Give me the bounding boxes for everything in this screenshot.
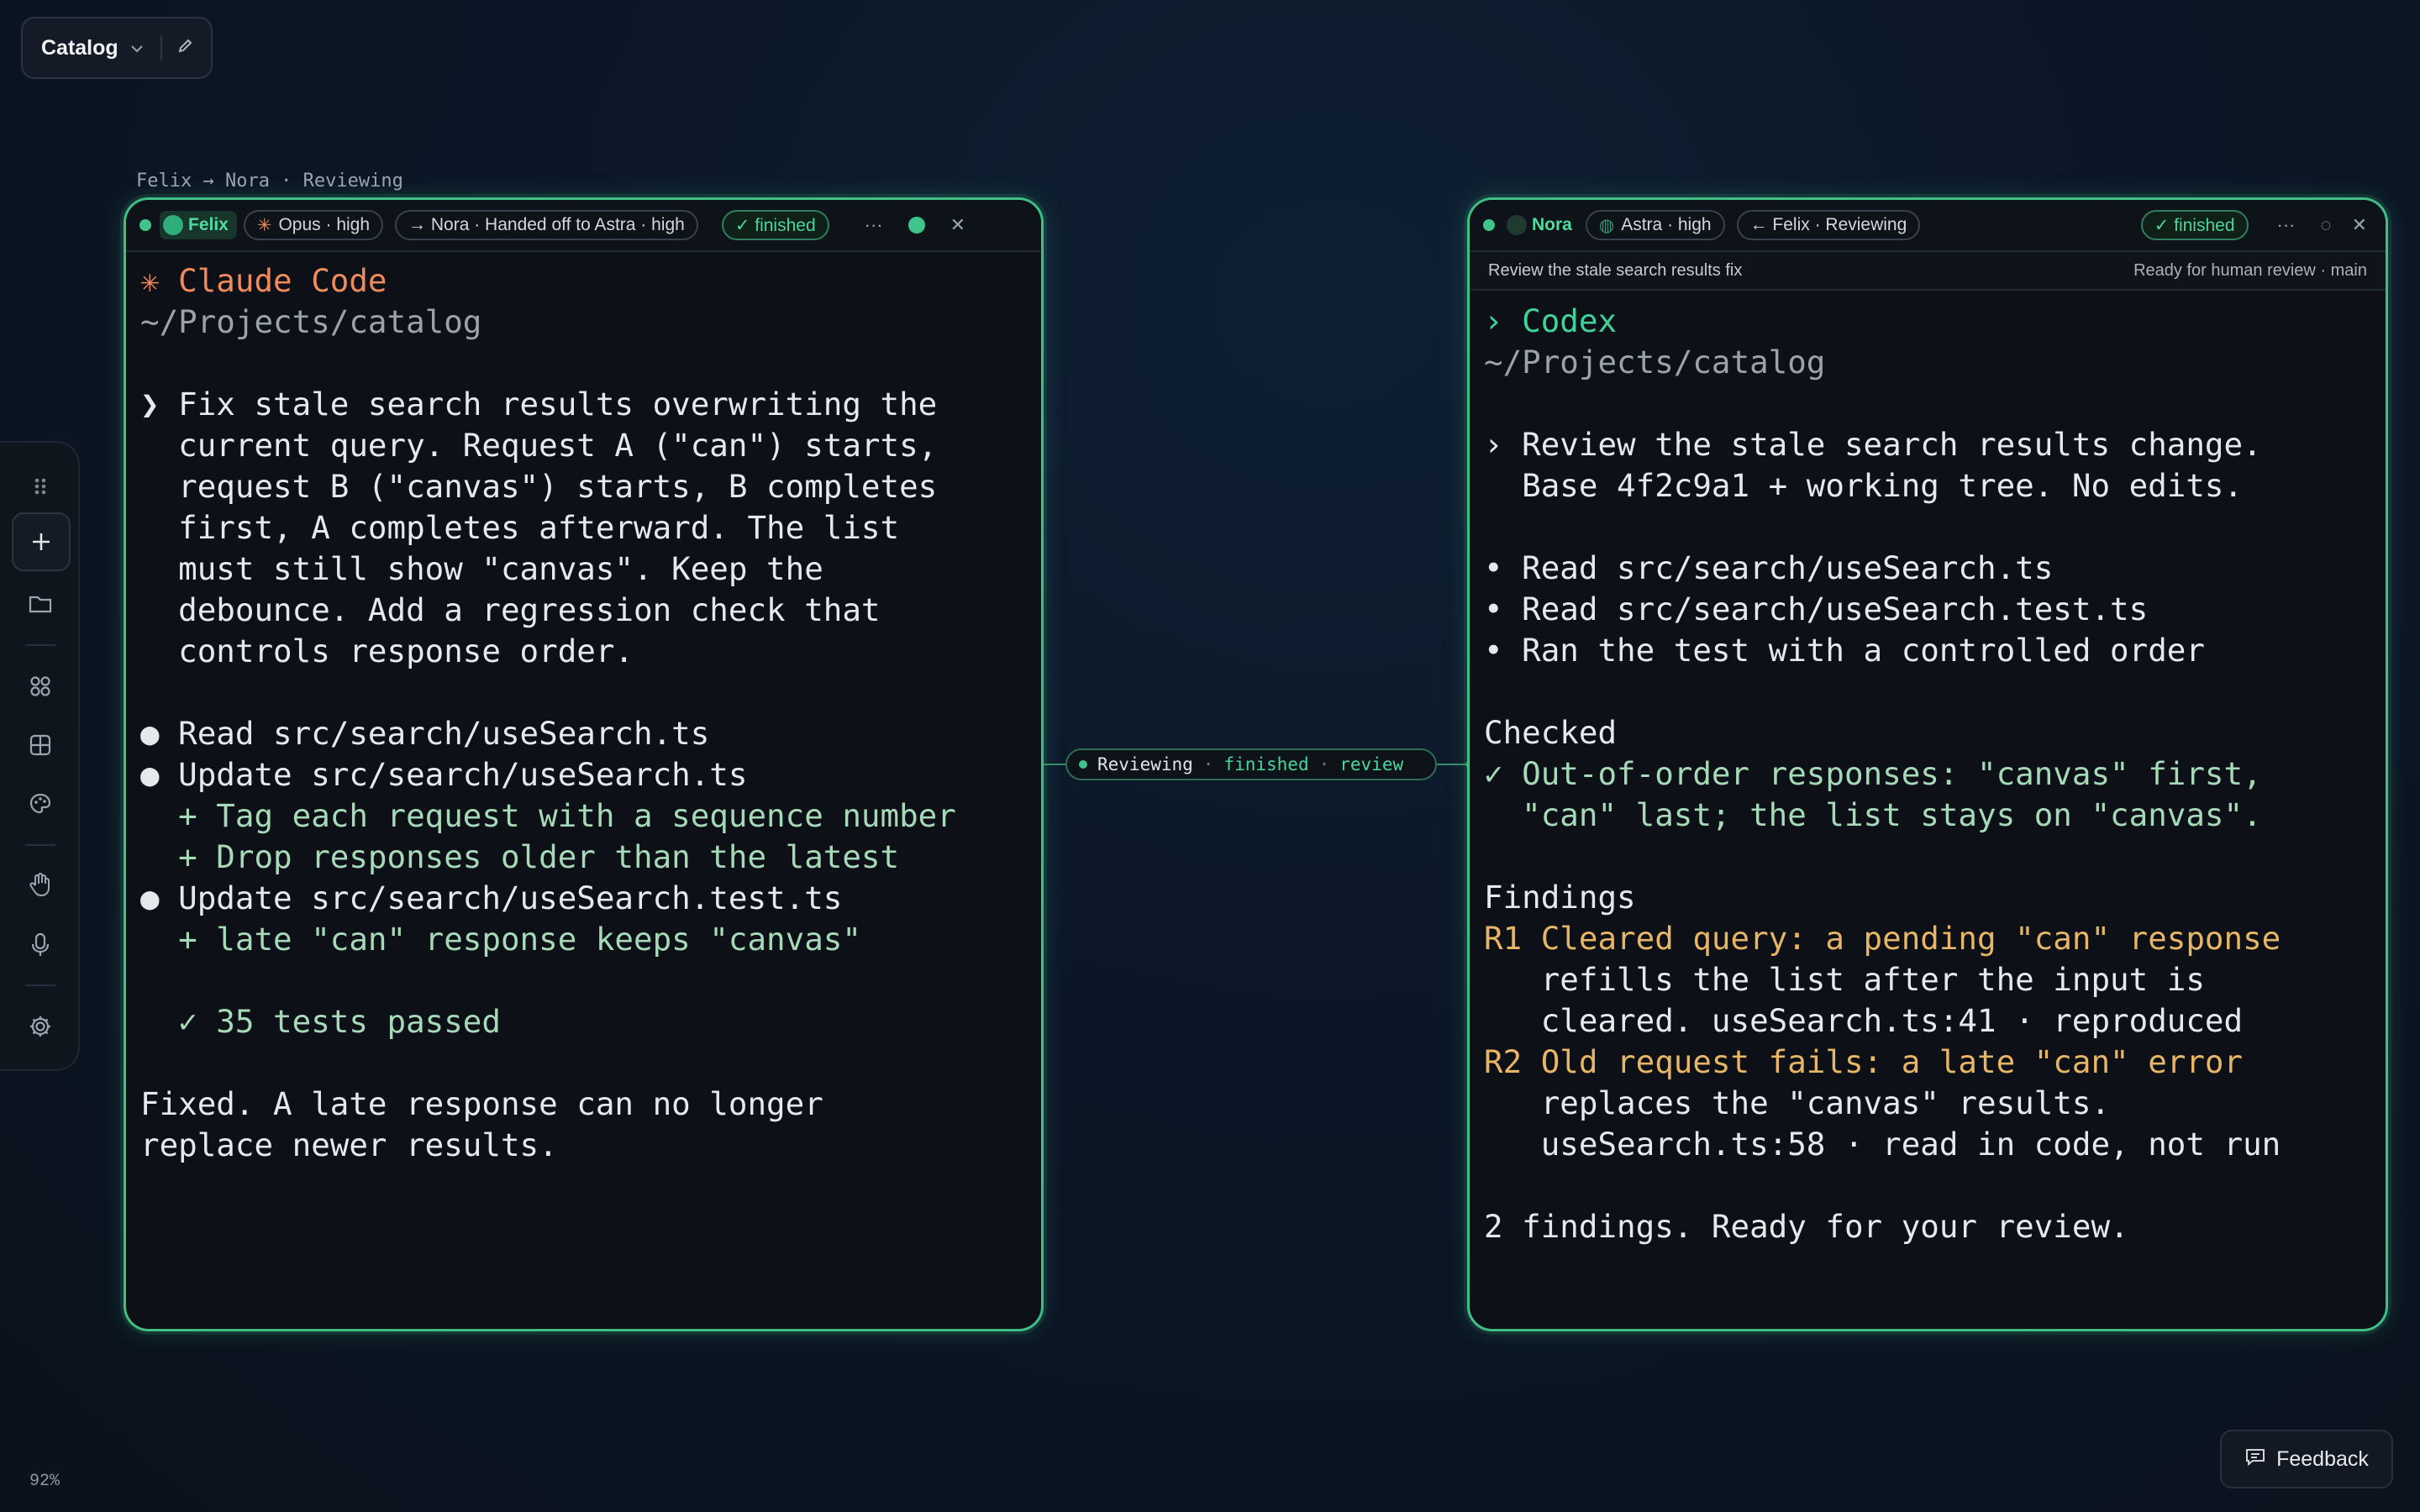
grip-icon[interactable]	[24, 470, 57, 503]
expand-icon[interactable]: ◌	[2320, 214, 2331, 236]
close-icon[interactable]: ✕	[2352, 214, 2367, 236]
live-indicator	[908, 217, 925, 234]
handoff-chip[interactable]: → Nora · Handed off to Astra · high	[395, 210, 698, 240]
agent-avatar	[1507, 215, 1527, 235]
divider	[25, 844, 55, 846]
session-panel-felix[interactable]: Felix ✳ Opus · high → Nora · Handed off …	[124, 197, 1044, 1331]
task-status: Ready for human review · main	[2133, 260, 2367, 280]
status-dot	[1483, 219, 1495, 231]
left-dock	[0, 441, 80, 1071]
zoom-level: 92%	[29, 1472, 60, 1491]
chat-icon	[2244, 1446, 2266, 1473]
connector-kind: review	[1339, 754, 1404, 774]
claude-icon: ✳	[256, 215, 272, 235]
model-chip[interactable]: ✳ Opus · high	[243, 210, 384, 240]
session-panel-nora[interactable]: Nora ◍ Astra · high ← Felix · Reviewing …	[1467, 197, 2388, 1331]
app-title: › Codex	[1484, 302, 1618, 339]
terminal-output: ✳ Claude Code ~/Projects/catalog ❯ Fix s…	[140, 262, 956, 1163]
feedback-button[interactable]: Feedback	[2220, 1430, 2393, 1488]
task-bar: Review the stale search results fix Read…	[1470, 252, 2386, 291]
status-dot	[1079, 760, 1087, 769]
task-title: Review the stale search results fix	[1488, 260, 1743, 280]
status-dot	[139, 219, 151, 231]
status-badge: ✓ finished	[2140, 210, 2249, 240]
app-title: ✳ Claude Code	[140, 262, 387, 299]
grid-icon[interactable]	[24, 728, 57, 762]
connector-label: Reviewing	[1097, 754, 1193, 774]
connector-status: finished	[1223, 754, 1309, 774]
workspace-switcher[interactable]: Catalog	[21, 17, 213, 79]
codex-icon: ◍	[1598, 215, 1615, 235]
divider	[25, 644, 55, 646]
feedback-label: Feedback	[2276, 1446, 2369, 1471]
hand-icon[interactable]	[24, 868, 57, 901]
terminal-output: › Codex ~/Projects/catalog › Review the …	[1484, 302, 2281, 1245]
handoff-chip[interactable]: ← Felix · Reviewing	[1736, 210, 1921, 240]
workspace-name: Catalog	[41, 35, 118, 60]
panel-header: Felix ✳ Opus · high → Nora · Handed off …	[126, 200, 1041, 252]
new-session-button[interactable]	[12, 512, 71, 571]
apps-icon[interactable]	[24, 669, 57, 703]
cwd-path: ~/Projects/catalog	[140, 303, 482, 340]
breadcrumb: Felix → Nora · Reviewing	[136, 171, 403, 192]
more-icon[interactable]: ···	[2277, 214, 2296, 236]
model-chip[interactable]: ◍ Astra · high	[1585, 210, 1725, 240]
agent-avatar	[163, 215, 183, 235]
plus-icon	[33, 533, 50, 550]
edit-icon[interactable]	[177, 37, 194, 59]
divider	[160, 35, 162, 60]
agent-badge[interactable]: Felix	[160, 211, 237, 239]
chevron-down-icon[interactable]	[130, 39, 144, 58]
panel-header: Nora ◍ Astra · high ← Felix · Reviewing …	[1470, 200, 2386, 252]
folder-icon[interactable]	[24, 587, 57, 621]
agent-badge[interactable]: Nora	[1503, 211, 1581, 239]
divider	[25, 984, 55, 986]
handoff-connector[interactable]: Reviewing · finished · review	[1065, 748, 1437, 780]
more-icon[interactable]: ···	[865, 214, 883, 236]
status-badge: ✓ finished	[721, 210, 829, 240]
close-icon[interactable]: ✕	[950, 214, 965, 236]
mic-icon[interactable]	[24, 928, 57, 962]
gear-icon[interactable]	[24, 1010, 57, 1043]
palette-icon[interactable]	[24, 787, 57, 821]
connector-line	[1437, 764, 1467, 765]
cwd-path: ~/Projects/catalog	[1484, 344, 1826, 381]
